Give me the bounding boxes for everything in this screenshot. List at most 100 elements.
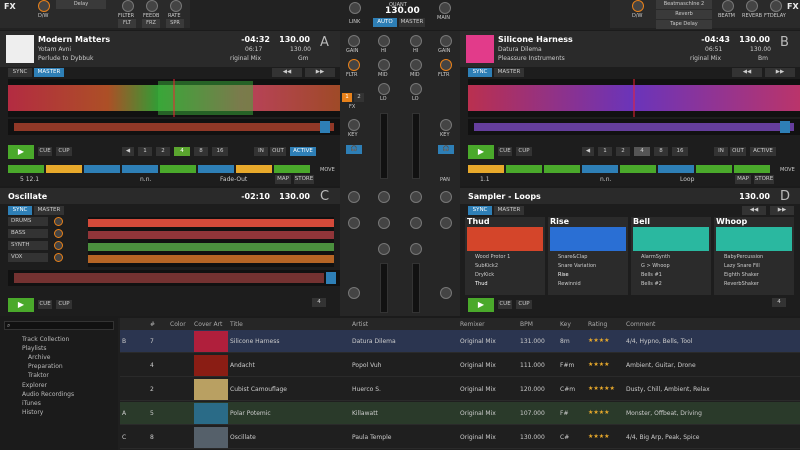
cue-button[interactable]: CUE bbox=[498, 300, 512, 309]
fx-unit-1[interactable]: 1 bbox=[342, 93, 352, 102]
loop-size[interactable]: 4 bbox=[772, 298, 786, 307]
loop-out-button[interactable]: OUT bbox=[270, 147, 286, 156]
waveform-overview[interactable] bbox=[468, 79, 800, 117]
rating-stars[interactable]: ★★★★ bbox=[588, 409, 610, 416]
effect-select[interactable]: Delay bbox=[56, 0, 106, 9]
key-knob-b[interactable] bbox=[440, 119, 452, 131]
track-position-strip[interactable] bbox=[8, 119, 340, 135]
loop-active-button[interactable]: ACTIVE bbox=[750, 147, 776, 156]
main-volume-knob[interactable] bbox=[439, 2, 451, 14]
hotcue-1[interactable] bbox=[468, 165, 504, 173]
loop-size-4[interactable]: 4 bbox=[174, 147, 190, 156]
nudge-button[interactable]: ◀◀ bbox=[272, 68, 302, 77]
hotcue-2[interactable] bbox=[506, 165, 542, 173]
loop-in-button[interactable]: IN bbox=[714, 147, 728, 156]
loop-button[interactable]: ◀ bbox=[122, 147, 134, 156]
store-button[interactable]: STORE bbox=[754, 175, 774, 184]
sample-item[interactable]: Snare&Clap bbox=[558, 254, 587, 260]
hotcue-4[interactable] bbox=[122, 165, 158, 173]
sample-item-active[interactable]: Thud bbox=[475, 281, 488, 287]
sync-button[interactable]: SYNC bbox=[468, 206, 492, 215]
sample-item[interactable]: DryKick bbox=[475, 272, 494, 278]
gain-knob-d[interactable] bbox=[440, 191, 452, 203]
feedback-knob[interactable] bbox=[146, 0, 158, 12]
cup-button[interactable]: CUP bbox=[56, 147, 72, 156]
headphone-cue-b[interactable]: 🎧 bbox=[438, 145, 454, 154]
hotcue-1[interactable] bbox=[8, 165, 44, 173]
eq-hi-a[interactable] bbox=[378, 35, 390, 47]
loop-size-2[interactable]: 2 bbox=[616, 147, 630, 156]
play-button[interactable]: ▶ bbox=[468, 145, 494, 159]
filter-knob-d[interactable] bbox=[440, 217, 452, 229]
stem-synth[interactable]: SYNTH bbox=[8, 241, 48, 250]
sidebar-item-track-collection[interactable]: Track Collection bbox=[22, 336, 69, 345]
loop-size-16[interactable]: 16 bbox=[672, 147, 688, 156]
eq-hi-d[interactable] bbox=[410, 191, 422, 203]
gain-knob-c[interactable] bbox=[348, 191, 360, 203]
cue-button[interactable]: CUE bbox=[38, 147, 52, 156]
cup-button[interactable]: CUP bbox=[516, 147, 532, 156]
effect-select-2[interactable]: Reverb bbox=[656, 10, 712, 19]
hotcue-4[interactable] bbox=[582, 165, 618, 173]
beatmasch-knob[interactable] bbox=[722, 0, 734, 12]
sample-slot-1[interactable]: Thud Wood Protor 1 SubKick2 DryKick Thud bbox=[465, 217, 545, 295]
gain-knob-b[interactable] bbox=[440, 35, 452, 47]
loop-size-8[interactable]: 8 bbox=[194, 147, 208, 156]
stem-waveforms[interactable] bbox=[88, 217, 334, 267]
loop-size-1[interactable]: 1 bbox=[138, 147, 152, 156]
eq-hi-c[interactable] bbox=[378, 191, 390, 203]
link-button[interactable]: LINK bbox=[349, 19, 360, 25]
rating-stars[interactable]: ★★★★★ bbox=[588, 385, 615, 392]
loop-size-8[interactable]: 8 bbox=[654, 147, 668, 156]
sample-item[interactable]: Bells #2 bbox=[641, 281, 662, 287]
hotcue-7[interactable] bbox=[696, 165, 732, 173]
col-comment[interactable]: Comment bbox=[626, 321, 655, 328]
sample-item[interactable]: Snare Variation bbox=[558, 263, 596, 269]
main-knob-left[interactable] bbox=[349, 2, 361, 14]
gain-knob-a[interactable] bbox=[348, 35, 360, 47]
waveform-overview[interactable] bbox=[8, 79, 340, 117]
nudge-button[interactable]: ▶▶ bbox=[305, 68, 335, 77]
filter-knob-a[interactable] bbox=[348, 59, 360, 71]
fx-unit-2[interactable]: 2 bbox=[354, 93, 364, 102]
eq-lo-d[interactable] bbox=[410, 243, 422, 255]
master-button[interactable]: MASTER bbox=[494, 68, 524, 77]
hotcue-6[interactable] bbox=[658, 165, 694, 173]
eq-mid-a[interactable] bbox=[378, 59, 390, 71]
stem-knob[interactable] bbox=[54, 241, 63, 250]
sync-button[interactable]: SYNC bbox=[468, 68, 492, 77]
sidebar-item-history[interactable]: History bbox=[22, 409, 43, 418]
nudge-button[interactable]: ▶▶ bbox=[770, 206, 794, 215]
stem-vox[interactable]: VOX bbox=[8, 253, 48, 262]
reverb-knob[interactable] bbox=[746, 0, 758, 12]
auto-button[interactable]: AUTO bbox=[373, 18, 397, 27]
stem-bass[interactable]: BASS bbox=[8, 229, 48, 238]
col-cover-art[interactable]: Cover Art bbox=[194, 321, 222, 328]
hotcue-8[interactable] bbox=[734, 165, 770, 173]
sidebar-item-archive[interactable]: Archive bbox=[28, 354, 50, 363]
col-remixer[interactable]: Remixer bbox=[460, 321, 485, 328]
nudge-button[interactable]: ◀◀ bbox=[742, 206, 766, 215]
col-key[interactable]: Key bbox=[560, 321, 571, 328]
master-button[interactable]: MASTER bbox=[34, 206, 64, 215]
channel-fader-b[interactable] bbox=[412, 113, 420, 179]
master-button[interactable]: MASTER bbox=[399, 18, 425, 27]
col-bpm[interactable]: BPM bbox=[520, 321, 533, 328]
sample-item[interactable]: Wood Protor 1 bbox=[475, 254, 510, 260]
sample-slot-3[interactable]: Bell AlarmSynth G > Whoop Bells #1 Bells… bbox=[631, 217, 711, 295]
cue-button[interactable]: CUE bbox=[38, 300, 52, 309]
channel-fader-c[interactable] bbox=[380, 263, 388, 313]
sidebar-item-itunes[interactable]: iTunes bbox=[22, 400, 41, 409]
hotcue-5[interactable] bbox=[620, 165, 656, 173]
nudge-button[interactable]: ▶▶ bbox=[765, 68, 795, 77]
hotcue-7[interactable] bbox=[236, 165, 272, 173]
fx-button[interactable]: SPR bbox=[166, 19, 184, 28]
filter-knob-c[interactable] bbox=[348, 217, 360, 229]
col-color[interactable]: Color bbox=[170, 321, 186, 328]
search-input[interactable]: ⌕ bbox=[4, 321, 114, 330]
loop-button[interactable]: ◀ bbox=[582, 147, 594, 156]
sidebar-item-explorer[interactable]: Explorer bbox=[22, 382, 47, 391]
stem-knob[interactable] bbox=[54, 253, 63, 262]
eq-lo-a[interactable] bbox=[378, 83, 390, 95]
sample-item[interactable]: Rewinnid bbox=[558, 281, 581, 287]
